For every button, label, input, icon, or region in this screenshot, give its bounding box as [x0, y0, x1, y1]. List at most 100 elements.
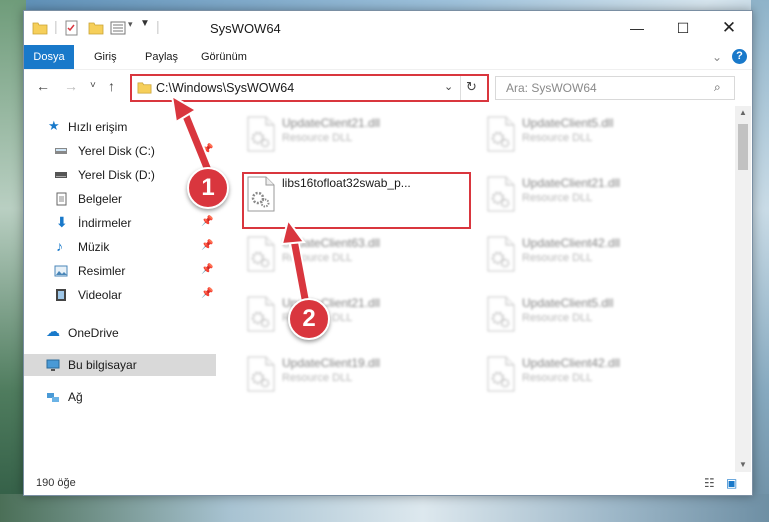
selected-file-highlight [242, 172, 471, 229]
minimize-button[interactable]: — [614, 11, 660, 45]
scroll-down-icon[interactable]: ▼ [739, 460, 747, 469]
file-name: UpdateClient42.dll [522, 356, 621, 370]
refresh-icon[interactable]: ↻ [466, 79, 477, 95]
file-item[interactable]: UpdateClient21.dllResource DLL [240, 288, 468, 336]
title-bar: | ▾ ▼ | SysWOW64 — ☐ ✕ [24, 11, 752, 45]
music-icon: ♪ [56, 238, 63, 254]
sidebar-item-label: Videolar [78, 288, 122, 302]
drive-icon [55, 172, 67, 178]
pin-icon[interactable]: 📌 [201, 264, 213, 275]
sidebar-item-downloads[interactable]: ⬇ İndirmeler 📌 [24, 212, 216, 234]
properties-icon[interactable] [64, 20, 80, 36]
divider [460, 76, 461, 100]
computer-icon [46, 359, 60, 371]
file-name: UpdateClient21.dll [282, 116, 381, 130]
pin-icon[interactable]: 📌 [201, 216, 213, 227]
file-type: Resource DLL [282, 372, 353, 384]
status-bar: 190 öğe ☷ ▣ [24, 473, 752, 495]
sidebar-item-this-pc[interactable]: Bu bilgisayar [24, 354, 216, 376]
sidebar-item-label: Hızlı erişim [68, 120, 128, 134]
videos-icon [56, 289, 66, 301]
scrollbar-thumb[interactable] [738, 124, 748, 170]
close-icon: ✕ [721, 18, 737, 37]
forward-button[interactable]: → [64, 78, 78, 94]
file-type: Resource DLL [522, 132, 593, 144]
folder-icon [32, 22, 48, 35]
sidebar-item-onedrive[interactable]: ☁ OneDrive [24, 322, 216, 344]
back-button[interactable]: ← [36, 78, 50, 94]
recent-locations-icon[interactable]: ˅ [90, 80, 96, 91]
file-type: Resource DLL [522, 372, 593, 384]
callout-1: 1 [187, 167, 229, 209]
address-path: C:\Windows\SysWOW64 [156, 81, 295, 95]
file-type: Resource DLL [282, 252, 353, 264]
sidebar-item-music[interactable]: ♪ Müzik 📌 [24, 236, 216, 258]
address-bar-row: ← → ˅ ↑ C:\Windows\SysWOW64 ⌄ ↻ Ara: Sys… [24, 69, 752, 106]
large-icons-view-icon[interactable]: ▣ [726, 476, 737, 490]
sidebar-item-videos[interactable]: Videolar 📌 [24, 284, 216, 306]
dll-file-icon [487, 296, 515, 332]
maximize-button[interactable]: ☐ [660, 11, 706, 45]
pin-icon[interactable]: 📌 [201, 240, 213, 251]
sidebar-item-network[interactable]: Ağ [24, 386, 216, 408]
address-dropdown-icon[interactable]: ⌄ [444, 80, 453, 93]
tab-view[interactable]: Görünüm [201, 45, 247, 69]
separator: | [54, 18, 58, 34]
file-list: UpdateClient21.dll Resource DLL UpdateClie… [228, 106, 736, 472]
tab-home[interactable]: Giriş [94, 45, 117, 69]
file-item[interactable]: UpdateClient5.dll Resource DLL [480, 108, 708, 156]
file-item[interactable]: UpdateClient19.dll Resource DLL [240, 348, 468, 396]
up-button[interactable]: ↑ [108, 78, 115, 94]
sidebar-item-label: Müzik [78, 240, 110, 254]
vertical-scrollbar[interactable]: ▲ ▼ [735, 106, 751, 472]
ribbon: Dosya Giriş Paylaş Görünüm ⌄ ? [24, 45, 752, 93]
file-type: Resource DLL [522, 312, 593, 324]
network-icon [47, 393, 59, 402]
expand-ribbon-icon[interactable]: ⌄ [712, 45, 722, 69]
desktop-background-bottom [0, 494, 769, 522]
help-icon[interactable]: ? [732, 49, 747, 64]
pin-icon[interactable]: 📌 [201, 144, 213, 155]
dll-file-icon [487, 176, 515, 212]
chevron-down-icon[interactable]: ▾ [128, 19, 133, 35]
dll-file-icon [247, 356, 275, 392]
file-type: Resource DLL [282, 132, 353, 144]
search-placeholder: Ara: SysWOW64 [506, 81, 597, 95]
file-item[interactable]: UpdateClient21.dll Resource DLL [240, 108, 468, 156]
file-item[interactable]: UpdateClient42.dll Resource DLL [480, 228, 708, 276]
sidebar-item-label: Resimler [78, 264, 126, 278]
dll-file-icon [487, 236, 515, 272]
pictures-icon [54, 265, 68, 277]
sidebar-item-label: OneDrive [68, 326, 119, 340]
sidebar-item-pictures[interactable]: Resimler 📌 [24, 260, 216, 282]
file-type: Resource DLL [522, 252, 593, 264]
sidebar-item-label: Belgeler [78, 192, 123, 206]
new-folder-icon[interactable] [88, 20, 104, 36]
sidebar-item-quick-access[interactable]: ★ Hızlı erişim [24, 116, 216, 138]
callout-2: 2 [288, 298, 330, 340]
tab-share[interactable]: Paylaş [145, 45, 178, 69]
customize-toolbar-icon[interactable]: ▼ [140, 18, 150, 34]
dll-file-icon [247, 236, 275, 272]
file-item[interactable]: UpdateClient21.dllResource DLL [480, 168, 708, 216]
separator: | [156, 18, 160, 34]
folder-icon [137, 82, 152, 94]
file-item[interactable]: UpdateClient63.dll Resource DLL [240, 228, 468, 276]
close-button[interactable]: ✕ [706, 11, 752, 45]
search-input[interactable]: Ara: SysWOW64 ⌕ [495, 76, 735, 100]
scroll-up-icon[interactable]: ▲ [739, 108, 747, 117]
pin-icon[interactable]: 📌 [201, 288, 213, 299]
search-icon[interactable]: ⌕ [714, 80, 721, 95]
star-icon: ★ [48, 118, 60, 133]
file-item[interactable]: UpdateClient5.dll Resource DLL [480, 288, 708, 336]
navigation-pane: ★ Hızlı erişim Yerel Disk (C:) 📌 Yerel D… [24, 106, 216, 472]
download-icon: ⬇ [56, 214, 68, 230]
dll-file-icon [247, 296, 275, 332]
dll-file-icon [487, 356, 515, 392]
view-icon[interactable] [110, 20, 126, 36]
file-item[interactable]: UpdateClient42.dll Resource DLL [480, 348, 708, 396]
address-field[interactable]: C:\Windows\SysWOW64 ⌄ ↻ [130, 74, 489, 102]
file-name: UpdateClient19.dll [282, 356, 381, 370]
sidebar-item-local-disk-c[interactable]: Yerel Disk (C:) 📌 [24, 140, 216, 162]
details-view-icon[interactable]: ☷ [704, 476, 715, 490]
